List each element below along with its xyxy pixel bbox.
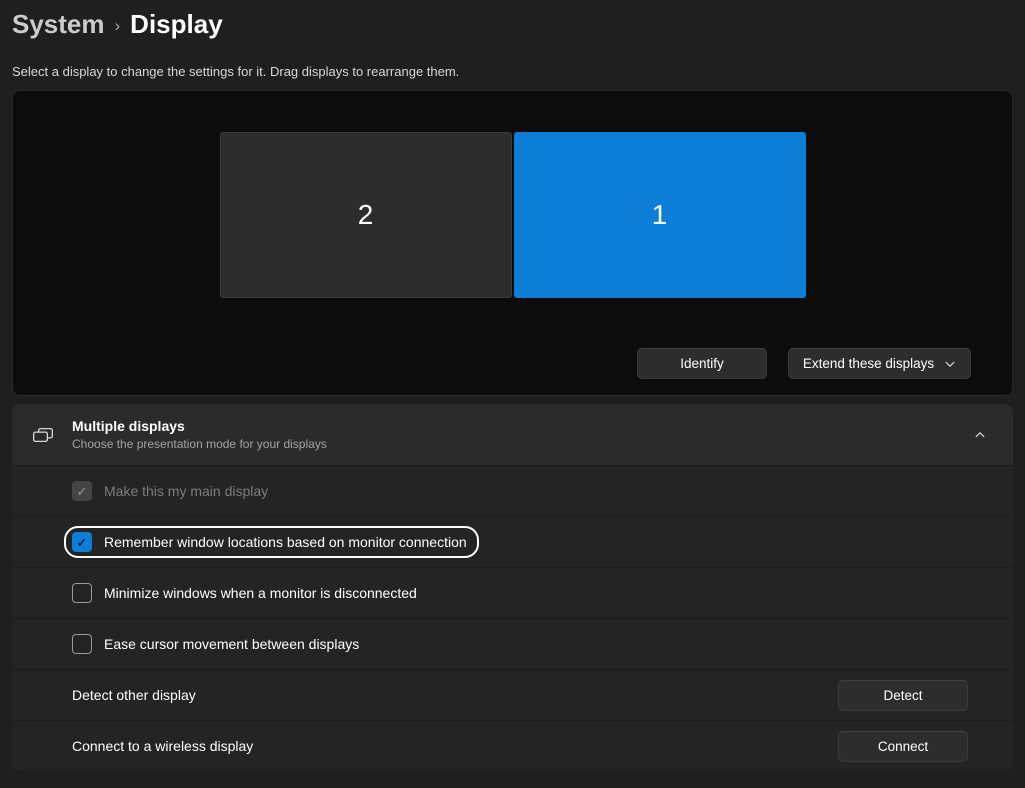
section-subtitle: Choose the presentation mode for your di… bbox=[72, 437, 327, 451]
minimize-windows-checkbox[interactable]: ✓ bbox=[72, 583, 92, 603]
breadcrumb: System › Display bbox=[12, 0, 1013, 40]
display-rect-1[interactable]: 1 bbox=[513, 132, 806, 298]
extend-displays-label: Extend these displays bbox=[802, 356, 935, 371]
display-1-number: 1 bbox=[651, 199, 668, 230]
multiple-displays-icon bbox=[33, 425, 53, 445]
multiple-displays-expander[interactable]: Multiple displays Choose the presentatio… bbox=[12, 404, 1013, 465]
make-main-display-option: ✓ Make this my main display bbox=[64, 475, 280, 507]
extend-displays-dropdown[interactable]: Extend these displays bbox=[788, 348, 971, 379]
display-2-number: 2 bbox=[357, 199, 374, 230]
make-main-display-checkbox: ✓ bbox=[72, 481, 92, 501]
display-arrangement-canvas: 2 1 Identify Extend these displays bbox=[12, 90, 1013, 396]
option-row-remember-locations: ✓ Remember window locations based on mon… bbox=[12, 516, 1013, 567]
breadcrumb-separator-icon: › bbox=[114, 16, 121, 35]
detect-other-display-label: Detect other display bbox=[72, 687, 196, 703]
section-title: Multiple displays bbox=[72, 418, 185, 434]
option-row-minimize-windows: ✓ Minimize windows when a monitor is dis… bbox=[12, 567, 1013, 618]
connect-wireless-display-label: Connect to a wireless display bbox=[72, 738, 254, 754]
multiple-displays-card: Multiple displays Choose the presentatio… bbox=[12, 404, 1013, 771]
option-row-make-main: ✓ Make this my main display bbox=[12, 465, 1013, 516]
ease-cursor-movement-checkbox[interactable]: ✓ bbox=[72, 634, 92, 654]
settings-page: System › Display Select a display to cha… bbox=[0, 0, 1025, 771]
breadcrumb-system[interactable]: System bbox=[12, 9, 105, 40]
display-rect-2[interactable]: 2 bbox=[219, 132, 512, 298]
chevron-up-icon[interactable] bbox=[963, 429, 997, 441]
monitor-group: 2 1 bbox=[13, 91, 1012, 298]
canvas-actions: Identify Extend these displays bbox=[637, 348, 971, 379]
option-label: Make this my main display bbox=[104, 483, 269, 499]
ease-cursor-movement-option[interactable]: ✓ Ease cursor movement between displays bbox=[64, 628, 371, 660]
option-label: Minimize windows when a monitor is disco… bbox=[104, 585, 417, 601]
section-header-text: Multiple displays Choose the presentatio… bbox=[72, 418, 963, 451]
remember-window-locations-option[interactable]: ✓ Remember window locations based on mon… bbox=[64, 526, 479, 558]
option-row-ease-cursor: ✓ Ease cursor movement between displays bbox=[12, 618, 1013, 669]
detect-other-display-row: Detect other display Detect bbox=[12, 669, 1013, 720]
option-label: Ease cursor movement between displays bbox=[104, 636, 360, 652]
checkmark-icon: ✓ bbox=[76, 483, 88, 499]
page-description: Select a display to change the settings … bbox=[12, 64, 460, 79]
connect-wireless-display-row: Connect to a wireless display Connect bbox=[12, 720, 1013, 771]
breadcrumb-display: Display bbox=[130, 9, 223, 39]
option-label: Remember window locations based on monit… bbox=[104, 534, 467, 550]
checkmark-icon: ✓ bbox=[76, 534, 88, 550]
connect-button[interactable]: Connect bbox=[838, 730, 968, 762]
detect-button[interactable]: Detect bbox=[838, 679, 968, 711]
identify-button[interactable]: Identify bbox=[637, 348, 767, 379]
chevron-down-icon bbox=[945, 361, 955, 367]
minimize-windows-option[interactable]: ✓ Minimize windows when a monitor is dis… bbox=[64, 577, 429, 609]
remember-window-locations-checkbox[interactable]: ✓ bbox=[72, 532, 92, 552]
